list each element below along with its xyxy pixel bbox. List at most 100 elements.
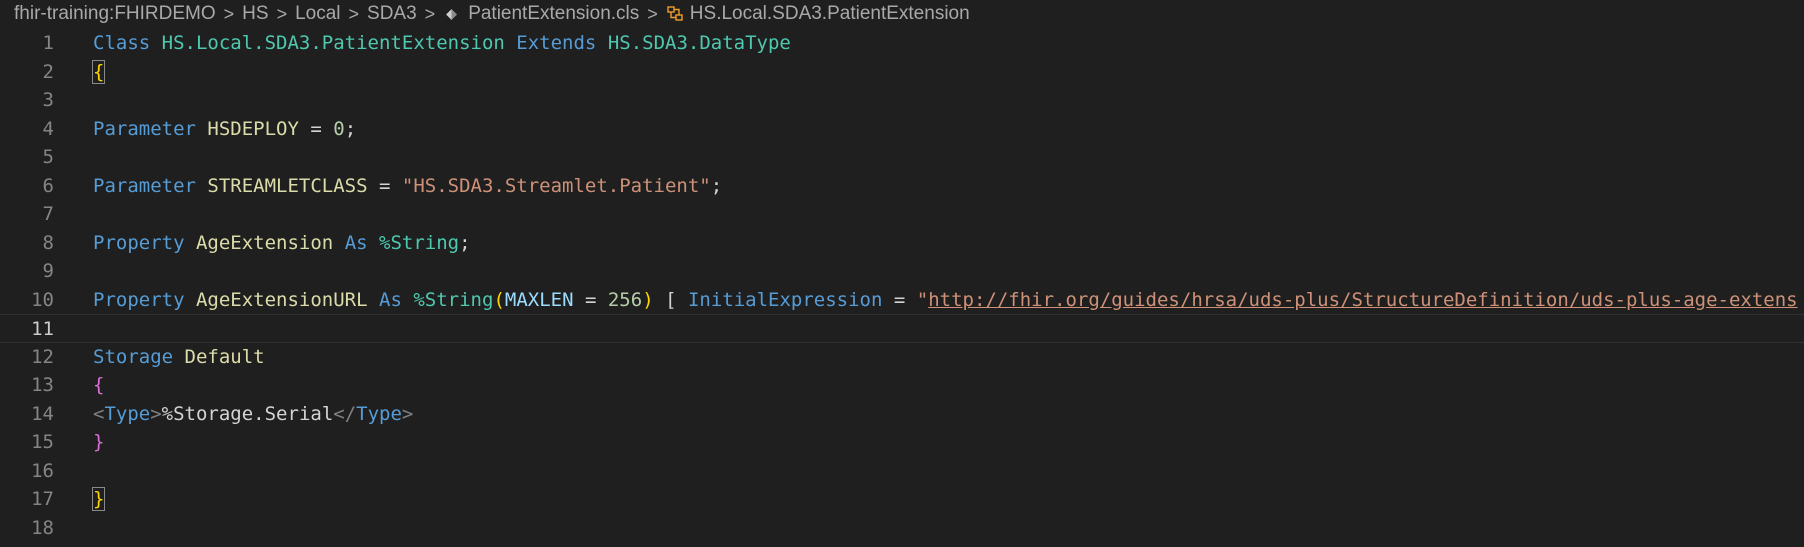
- code-token: AgeExtension: [195, 231, 334, 254]
- code-token: Type: [104, 402, 151, 425]
- code-line[interactable]: 16: [0, 457, 1804, 486]
- line-number: 3: [42, 89, 54, 111]
- code-text: Property AgeExtensionURL As %String(MAXL…: [93, 286, 1798, 315]
- code-token: </: [333, 402, 357, 425]
- line-number: 15: [31, 431, 54, 453]
- code-token: Storage: [93, 345, 174, 368]
- code-token: {: [93, 374, 105, 396]
- code-text: <Type>%Storage.Serial</Type>: [93, 400, 413, 429]
- code-token: 256: [607, 288, 643, 311]
- code-line[interactable]: 7: [0, 200, 1804, 229]
- code-token: Type: [356, 402, 402, 425]
- code-token: STREAMLETCLASS: [207, 174, 368, 197]
- code-token: Default: [184, 345, 265, 368]
- code-text: Parameter HSDEPLOY = 0;: [93, 115, 356, 144]
- breadcrumb: fhir-training:FHIRDEMO > HS > Local > SD…: [14, 0, 970, 28]
- line-number: 2: [42, 60, 54, 83]
- code-token: Property: [93, 231, 185, 254]
- code-line[interactable]: 4 Parameter HSDEPLOY = 0;: [0, 115, 1804, 144]
- code-token: =: [882, 288, 917, 311]
- code-line[interactable]: 17}: [0, 485, 1804, 514]
- code-line[interactable]: 2{: [0, 58, 1804, 87]
- code-token: ;: [710, 174, 723, 197]
- line-number: 11: [31, 318, 54, 340]
- line-number: 7: [42, 203, 54, 225]
- line-number: 4: [42, 117, 54, 140]
- breadcrumb-item-hs[interactable]: HS: [242, 3, 268, 25]
- line-number: 1: [42, 32, 54, 54]
- code-line[interactable]: 15}: [0, 428, 1804, 457]
- code-token: 0: [333, 117, 345, 140]
- line-number: 18: [31, 516, 54, 539]
- code-line[interactable]: 18: [0, 514, 1804, 543]
- line-number: 12: [31, 345, 54, 368]
- code-text: }: [91, 485, 106, 514]
- breadcrumb-item-sda3[interactable]: SDA3: [367, 3, 417, 25]
- code-token: As: [344, 231, 368, 254]
- code-token: Parameter: [93, 174, 196, 197]
- code-line[interactable]: 12 Storage Default: [0, 343, 1804, 372]
- code-token: Extends: [516, 32, 597, 54]
- code-token: <: [93, 402, 105, 425]
- line-number: 6: [42, 174, 54, 197]
- code-text: {: [91, 58, 106, 87]
- code-text: Property AgeExtension As %String;: [93, 229, 471, 258]
- breadcrumb-item-class-symbol[interactable]: HS.Local.SDA3.PatientExtension: [666, 3, 970, 25]
- code-token: MAXLEN: [504, 288, 574, 311]
- line-number: 17: [31, 488, 54, 510]
- breadcrumb-separator: >: [223, 3, 235, 24]
- code-line[interactable]: 1 Class HS.Local.SDA3.PatientExtension Ex…: [0, 29, 1804, 58]
- code-token: }: [93, 431, 105, 453]
- code-token: ;: [344, 117, 357, 140]
- code-token: HSDEPLOY: [207, 117, 299, 140]
- breadcrumb-item-file[interactable]: PatientExtension.cls: [443, 3, 639, 25]
- code-token: =: [573, 288, 608, 311]
- code-line[interactable]: 11: [0, 314, 1804, 343]
- code-line[interactable]: 3: [0, 86, 1804, 115]
- code-token: HS.SDA3.DataType: [607, 32, 791, 54]
- code-line[interactable]: 5: [0, 143, 1804, 172]
- code-line[interactable]: 9: [0, 257, 1804, 286]
- code-text: }: [93, 428, 104, 457]
- breadcrumb-item-local[interactable]: Local: [295, 3, 340, 25]
- breadcrumb-separator: >: [647, 3, 658, 24]
- line-number: 10: [31, 288, 54, 311]
- code-token: [: [653, 288, 688, 311]
- code-token: %String: [413, 288, 494, 311]
- code-text: Class HS.Local.SDA3.PatientExtension Ext…: [93, 29, 791, 58]
- code-token: AgeExtensionURL: [195, 288, 368, 311]
- code-token: >: [150, 402, 162, 425]
- code-token: Property: [93, 288, 185, 311]
- line-number: 8: [42, 231, 54, 254]
- code-token: InitialExpression: [687, 288, 883, 311]
- line-number: 9: [42, 260, 54, 282]
- code-token: Class: [93, 32, 151, 54]
- code-token[interactable]: http://fhir.org/guides/hrsa/uds-plus/Str…: [928, 289, 1797, 311]
- code-editor[interactable]: 1 Class HS.Local.SDA3.PatientExtension Ex…: [0, 29, 1804, 542]
- code-token: %Storage.Serial: [161, 402, 334, 425]
- code-line[interactable]: 8 Property AgeExtension As %String;: [0, 229, 1804, 258]
- line-number: 5: [42, 146, 54, 168]
- code-line[interactable]: 14 <Type>%Storage.Serial</Type>: [0, 400, 1804, 429]
- line-number: 13: [31, 374, 54, 396]
- code-token: %String: [379, 231, 460, 254]
- code-token: ;: [459, 231, 471, 254]
- code-line[interactable]: 13 {: [0, 371, 1804, 400]
- code-line[interactable]: 6 Parameter STREAMLETCLASS = "HS.SDA3.Str…: [0, 172, 1804, 201]
- code-token: HS.Local.SDA3.PatientExtension: [161, 32, 505, 54]
- code-text: Parameter STREAMLETCLASS = "HS.SDA3.Stre…: [93, 172, 722, 201]
- code-token: Parameter: [93, 117, 196, 140]
- code-token: >: [401, 402, 414, 425]
- code-token: =: [367, 174, 402, 197]
- code-token: (: [493, 288, 505, 311]
- line-number: 16: [31, 459, 54, 482]
- code-line[interactable]: 10 Property AgeExtensionURL As %String(MA…: [0, 286, 1804, 315]
- breadcrumb-separator: >: [276, 3, 288, 24]
- breadcrumb-item-workspace[interactable]: fhir-training:FHIRDEMO: [14, 3, 216, 25]
